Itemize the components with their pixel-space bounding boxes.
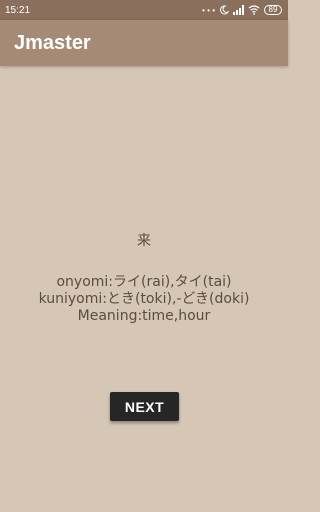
dots-icon: • • • [202,5,215,15]
kanji-character: 来 [137,233,151,249]
wifi-icon [248,5,260,15]
kuniyomi-text: kuniyomi:とき(toki),-どき(doki) [38,291,250,307]
kanji-card: 来 onyomi:ライ(rai),タイ(tai) kuniyomi:とき(tok… [0,230,288,325]
signal-icon [233,5,244,15]
next-button[interactable]: NEXT [110,392,179,421]
moon-icon [219,5,229,15]
onyomi-text: onyomi:ライ(rai),タイ(tai) [56,274,232,290]
status-time: 15:21 [5,4,31,16]
app-title: Jmaster [14,31,91,54]
battery-icon: 89 [264,5,282,15]
status-icons: • • • 89 [202,5,282,15]
status-bar: 15:21 • • • 89 [0,0,288,20]
app-bar: Jmaster [0,20,288,66]
meaning-text: Meaning:time,hour [77,308,211,324]
